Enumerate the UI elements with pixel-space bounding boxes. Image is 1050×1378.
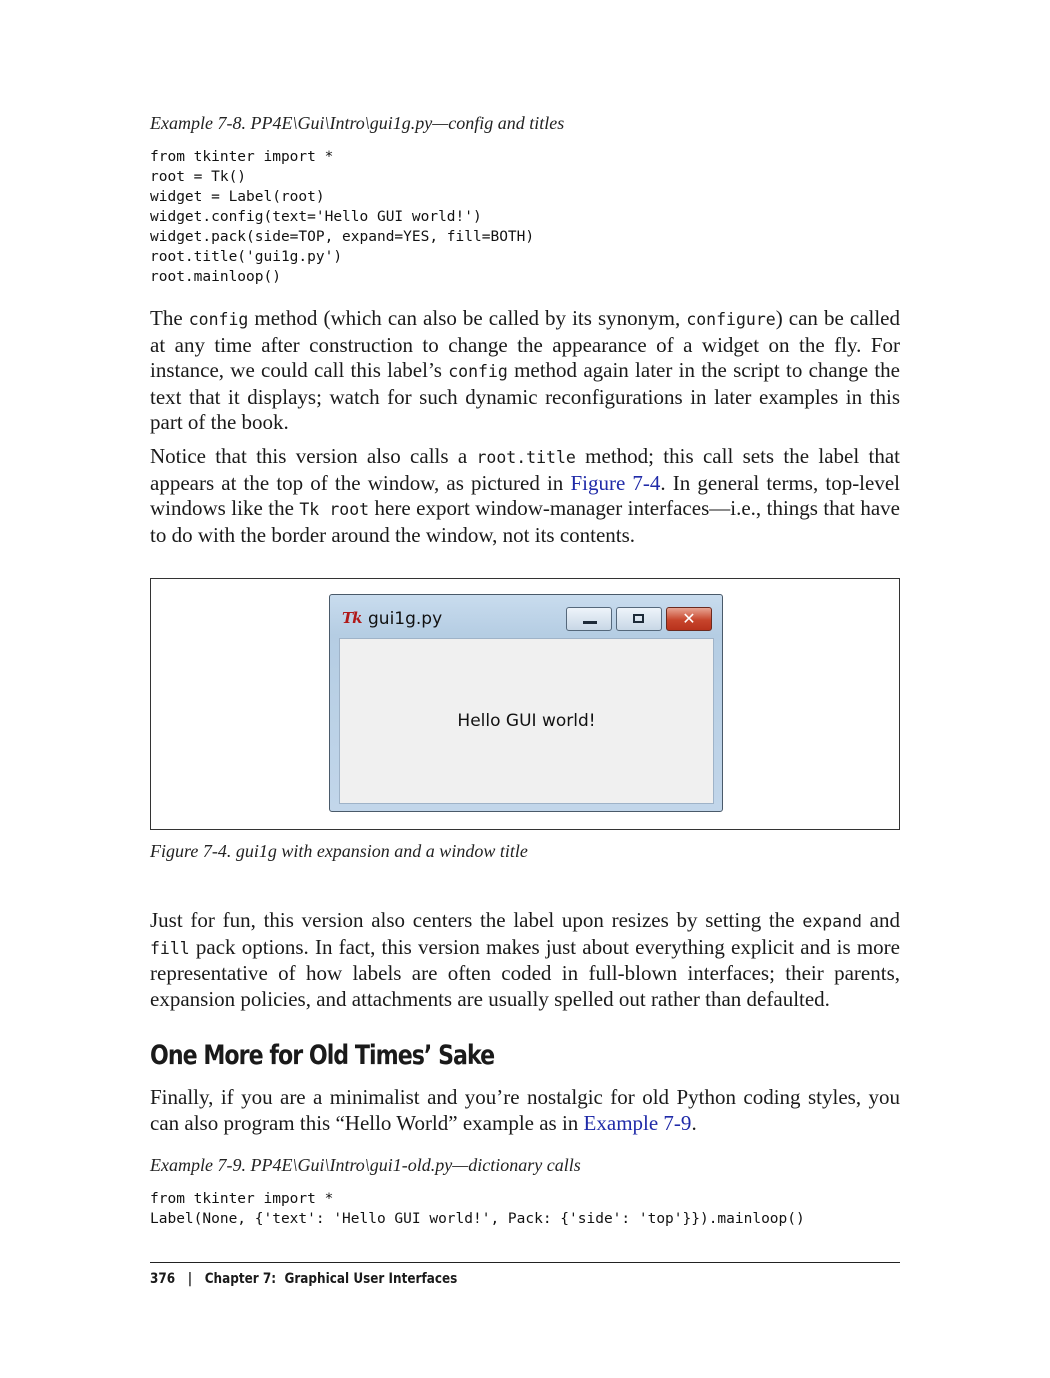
para3-text-2: and [861, 908, 900, 932]
para1-text-1: The [150, 306, 189, 330]
para4-text-2: . [691, 1110, 697, 1135]
section-heading: One More for Old Times’ Sake [150, 1040, 495, 1071]
footer-rule [150, 1262, 900, 1263]
code-config-2: config [448, 362, 508, 381]
code-root-title: root.title [476, 448, 576, 467]
code-config: config [188, 310, 249, 329]
close-icon: ✕ [682, 609, 696, 628]
paragraph-root-title: Notice that this version also calls a ro… [150, 444, 900, 548]
paragraph-minimalist: Finally, if you are a minimalist and you… [150, 1085, 900, 1136]
paragraph-config-method: The config method (which can also be cal… [150, 306, 900, 436]
para4-text-1: Finally, if you are a minimalist and you… [150, 1085, 900, 1135]
figure-7-4: Tk gui1g.py ✕ Hello GUI world! [150, 578, 900, 830]
maximize-icon [633, 614, 644, 623]
maximize-button[interactable] [616, 607, 662, 631]
window-client-area: Hello GUI world! [339, 638, 714, 804]
code-configure: configure [686, 310, 776, 329]
para1-text-2: method (which can also be called by its … [248, 306, 687, 330]
chapter-title: Chapter 7: Graphical User Interfaces [204, 1271, 458, 1287]
example-7-8-code: from tkinter import * root = Tk() widget… [150, 149, 535, 285]
example-7-9-code: from tkinter import * Label(None, {'text… [150, 1191, 805, 1227]
link-figure-7-4[interactable]: Figure 7-4 [570, 471, 660, 495]
example-7-8-caption: Example 7-8. PP4E\Gui\Intro\gui1g.py—con… [150, 113, 565, 133]
code-fill: fill [150, 938, 190, 958]
link-example-7-9[interactable]: Example 7-9 [584, 1111, 692, 1135]
hello-label: Hello GUI world! [457, 711, 596, 731]
minimize-icon [583, 621, 597, 624]
example-7-9-caption: Example 7-9. PP4E\Gui\Intro\gui1-old.py—… [150, 1155, 581, 1175]
page-number: 376 [150, 1271, 176, 1287]
page-footer: 376 | Chapter 7: Graphical User Interfac… [150, 1271, 457, 1287]
minimize-button[interactable] [566, 607, 612, 631]
para3-text-1: Just for fun, this version also centers … [150, 908, 803, 932]
paragraph-expand-fill: Just for fun, this version also centers … [150, 908, 900, 1012]
close-button[interactable]: ✕ [666, 607, 712, 631]
para2-text-1: Notice that this version also calls a [150, 444, 477, 468]
tk-logo-icon: Tk [342, 609, 363, 627]
code-expand: expand [802, 912, 862, 931]
para3-text-3: pack options. In fact, this version make… [150, 934, 900, 1011]
tk-window-screenshot: Tk gui1g.py ✕ Hello GUI world! [329, 594, 723, 812]
figure-7-4-caption: Figure 7-4. gui1g with expansion and a w… [150, 841, 528, 861]
window-title: gui1g.py [368, 609, 443, 629]
code-tk-root: Tk root [299, 500, 370, 519]
